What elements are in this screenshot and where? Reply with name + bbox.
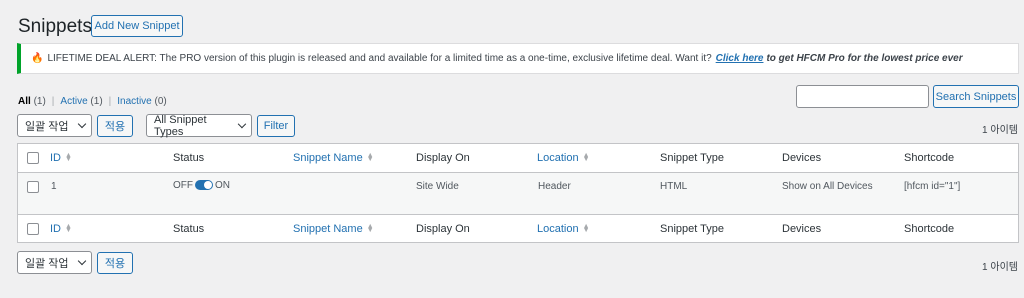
chevron-down-icon (238, 119, 247, 129)
column-status: Status (173, 152, 205, 164)
page-title: Snippets (18, 16, 92, 37)
bulk-action-select-bottom[interactable]: 일괄 작업 (17, 251, 92, 274)
chevron-down-icon (77, 256, 87, 266)
column-snippet-type: Snippet Type (660, 152, 725, 164)
column-devices-footer: Devices (782, 223, 822, 235)
apply-button[interactable]: 적용 (97, 115, 133, 137)
filter-button[interactable]: Filter (257, 115, 295, 137)
toggle-switch-icon[interactable] (195, 180, 213, 191)
table-row: 1 OFF ON Site Wide Header HTML Show on Al… (18, 173, 1018, 214)
column-location[interactable]: Location ▲ ▼ (537, 152, 590, 164)
select-all-checkbox-footer[interactable] (27, 223, 39, 235)
snippets-table: ID ▲ ▼ Status Snippet Name ▲ ▼ Display On Lo… (17, 143, 1019, 243)
row-shortcode: [hfcm id="1"] (904, 181, 961, 192)
table-header-row: ID ▲ ▼ Status Snippet Name ▲ ▼ Display On Lo… (18, 144, 1018, 173)
bulk-action-select[interactable]: 일괄 작업 (17, 114, 92, 137)
fire-icon: 🔥 (31, 53, 44, 64)
items-count-bottom: 1 아이템 (982, 262, 1018, 273)
column-devices: Devices (782, 152, 822, 164)
row-devices: Show on All Devices (782, 181, 873, 192)
filter-active[interactable]: Active (1) (60, 96, 102, 107)
column-snippet-type-footer: Snippet Type (660, 223, 725, 235)
column-snippet-name-footer[interactable]: Snippet Name ▲ ▼ (293, 223, 374, 235)
items-count: 1 아이템 (982, 125, 1018, 136)
status-filters: All (1) | Active (1) | Inactive (0) (18, 96, 167, 107)
row-checkbox[interactable] (27, 181, 39, 193)
filter-all[interactable]: All (1) (18, 96, 46, 107)
table-footer-row: ID ▲ ▼ Status Snippet Name ▲ ▼ Display On Lo… (18, 214, 1018, 243)
lifetime-deal-notice: 🔥 LIFETIME DEAL ALERT: The PRO version o… (17, 43, 1019, 74)
column-id[interactable]: ID ▲ ▼ (50, 152, 72, 164)
notice-text: LIFETIME DEAL ALERT: The PRO version of … (47, 53, 712, 64)
row-location: Header (538, 181, 571, 192)
column-shortcode: Shortcode (904, 152, 955, 164)
column-location-footer[interactable]: Location ▲ ▼ (537, 223, 590, 235)
notice-tail-text: to get HFCM Pro for the lowest price eve… (766, 53, 963, 64)
snippet-type-select[interactable]: All Snippet Types (146, 114, 252, 138)
row-snippet-type: HTML (660, 181, 688, 192)
status-toggle[interactable]: OFF ON (173, 180, 230, 191)
filter-inactive[interactable]: Inactive (0) (117, 96, 166, 107)
row-id: 1 (51, 181, 57, 192)
column-display-on-footer: Display On (416, 223, 470, 235)
column-snippet-name[interactable]: Snippet Name ▲ ▼ (293, 152, 374, 164)
column-display-on: Display On (416, 152, 470, 164)
column-shortcode-footer: Shortcode (904, 223, 955, 235)
select-all-checkbox[interactable] (27, 152, 39, 164)
apply-button-bottom[interactable]: 적용 (97, 252, 133, 274)
add-new-snippet-button[interactable]: Add New Snippet (91, 15, 183, 37)
search-input[interactable] (796, 85, 929, 108)
chevron-down-icon (77, 119, 87, 129)
row-display-on: Site Wide (416, 181, 459, 192)
search-snippets-button[interactable]: Search Snippets (933, 85, 1019, 108)
notice-click-here-link[interactable]: Click here (716, 53, 764, 64)
column-status-footer: Status (173, 223, 205, 235)
column-id-footer[interactable]: ID ▲ ▼ (50, 223, 72, 235)
